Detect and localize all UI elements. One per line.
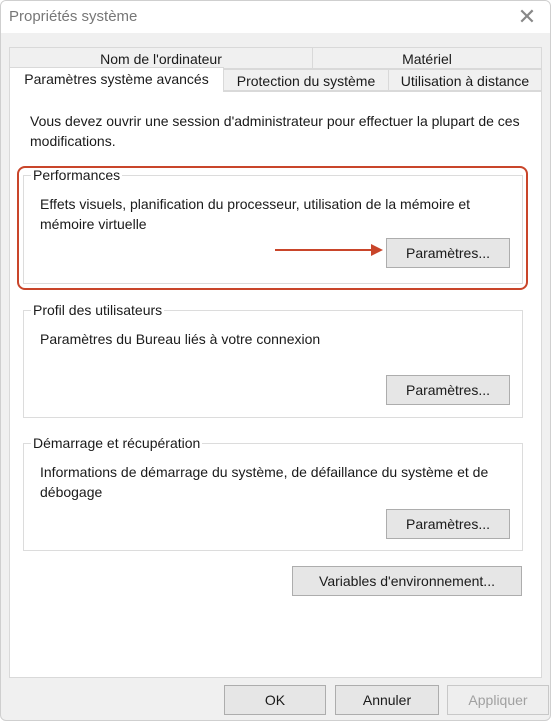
tab-remote[interactable]: Utilisation à distance bbox=[388, 69, 542, 91]
cancel-button[interactable]: Annuler bbox=[335, 685, 439, 715]
startup-recovery-group-title: Démarrage et récupération bbox=[31, 434, 203, 452]
user-profiles-description: Paramètres du Bureau liés à votre connex… bbox=[40, 331, 321, 347]
startup-recovery-settings-button[interactable]: Paramètres... bbox=[386, 509, 510, 539]
system-properties-window: Propriétés système ✕ Nom de l'ordinateur… bbox=[0, 0, 551, 721]
startup-recovery-group: Démarrage et récupération Informations d… bbox=[23, 434, 523, 551]
apply-button[interactable]: Appliquer bbox=[447, 685, 549, 715]
startup-recovery-description: Informations de démarrage du système, de… bbox=[40, 464, 489, 500]
arrow-right-icon bbox=[275, 244, 383, 256]
tab-advanced-system-settings[interactable]: Paramètres système avancés bbox=[9, 67, 224, 92]
user-profiles-group: Profil des utilisateurs Paramètres du Bu… bbox=[23, 301, 523, 418]
tab-hardware[interactable]: Matériel bbox=[312, 47, 542, 69]
user-profiles-settings-button[interactable]: Paramètres... bbox=[386, 375, 510, 405]
close-icon[interactable]: ✕ bbox=[512, 3, 542, 31]
ok-button[interactable]: OK bbox=[224, 685, 326, 715]
environment-variables-button[interactable]: Variables d'environnement... bbox=[292, 566, 522, 596]
tab-computer-name[interactable]: Nom de l'ordinateur bbox=[9, 47, 313, 69]
tab-system-protection[interactable]: Protection du système bbox=[223, 69, 389, 91]
performance-group-title: Performances bbox=[31, 166, 123, 184]
performance-group: Performances Effets visuels, planificati… bbox=[23, 166, 523, 284]
admin-notice-text: Vous devez ouvrir une session d'administ… bbox=[30, 113, 520, 149]
window-title: Propriétés système bbox=[9, 8, 138, 25]
user-profiles-group-title: Profil des utilisateurs bbox=[31, 301, 165, 319]
performance-description: Effets visuels, planification du process… bbox=[40, 196, 471, 232]
title-bar: Propriétés système ✕ bbox=[1, 1, 550, 33]
performance-settings-button[interactable]: Paramètres... bbox=[386, 238, 510, 268]
